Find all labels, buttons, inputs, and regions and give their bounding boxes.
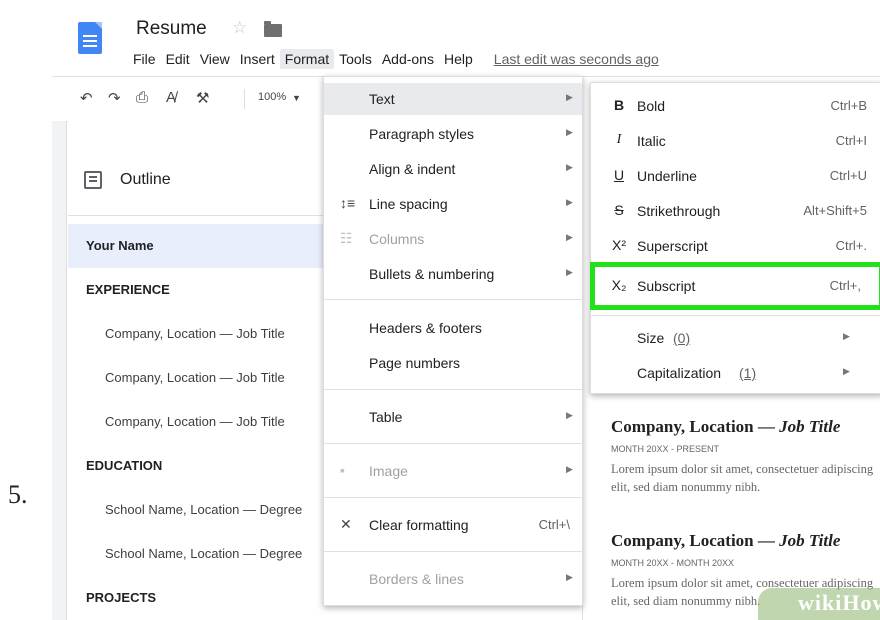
- redo-icon[interactable]: ↷: [108, 89, 121, 107]
- doc-entry: Company, Location — Job Title MONTH 20XX…: [611, 417, 880, 496]
- submenu-arrow-icon: ▶: [566, 197, 573, 207]
- folder-icon[interactable]: [264, 21, 282, 37]
- wikihow-watermark: wikiHow: [758, 588, 880, 620]
- toolbar-divider: [244, 89, 245, 109]
- docs-logo-icon[interactable]: [78, 22, 102, 54]
- strikethrough-icon: S: [614, 202, 624, 218]
- format-menu-paragraph-styles[interactable]: Paragraph styles ▶: [324, 118, 582, 150]
- format-menu-page-numbers[interactable]: Page numbers: [324, 347, 582, 379]
- menu-divider: [324, 443, 582, 444]
- submenu-arrow-icon: ▶: [566, 572, 573, 582]
- menu-divider: [324, 551, 582, 552]
- underline-icon: U: [613, 167, 625, 183]
- menu-addons[interactable]: Add-ons: [377, 49, 439, 69]
- line-spacing-icon: ↕≡: [340, 195, 356, 211]
- doc-entry-heading: Company, Location — Job Title: [611, 417, 841, 436]
- italic-icon: I: [616, 132, 622, 147]
- capitalization-count: (1): [739, 365, 757, 381]
- submenu-arrow-icon: ▶: [843, 366, 850, 376]
- step-number: 5.: [8, 480, 28, 509]
- menu-divider: [324, 497, 582, 498]
- submenu-italic[interactable]: I Italic Ctrl+I: [591, 124, 880, 158]
- text-submenu: B Bold Ctrl+B I Italic Ctrl+I U Underlin…: [590, 82, 880, 394]
- undo-icon[interactable]: ↶: [80, 89, 93, 107]
- menu-divider: [591, 315, 880, 316]
- submenu-strikethrough[interactable]: S Strikethrough Alt+Shift+5: [591, 194, 880, 228]
- submenu-arrow-icon: ▶: [566, 162, 573, 172]
- doc-entry-heading: Company, Location — Job Title: [611, 531, 841, 550]
- submenu-bold[interactable]: B Bold Ctrl+B: [591, 89, 880, 123]
- format-menu-borders-lines[interactable]: Borders & lines ▶: [324, 563, 582, 595]
- menu-insert[interactable]: Insert: [235, 49, 280, 69]
- zoom-select[interactable]: 100%: [258, 91, 286, 103]
- doc-entry-dates: MONTH 20XX - PRESENT: [611, 444, 720, 454]
- submenu-underline[interactable]: U Underline Ctrl+U: [591, 159, 880, 193]
- outline-icon[interactable]: [84, 171, 102, 189]
- menu-divider: [324, 389, 582, 390]
- format-menu-line-spacing[interactable]: ↕≡ Line spacing ▶: [324, 188, 582, 220]
- menu-view[interactable]: View: [195, 49, 235, 69]
- submenu-arrow-icon: ▶: [566, 92, 573, 102]
- document-title[interactable]: Resume: [136, 18, 207, 40]
- spellcheck-icon[interactable]: A̸: [166, 89, 176, 106]
- zoom-dropdown-arrow-icon[interactable]: ▼: [292, 93, 301, 103]
- last-edit-link[interactable]: Last edit was seconds ago: [492, 49, 661, 69]
- menu-divider: [324, 299, 582, 300]
- google-docs-window: Resume ☆ File Edit View Insert Format To…: [52, 0, 880, 620]
- format-menu-columns[interactable]: ☷ Columns ▶: [324, 223, 582, 255]
- submenu-arrow-icon: ▶: [566, 267, 573, 277]
- format-menu-image[interactable]: ▪ Image ▶: [324, 455, 582, 487]
- subscript-icon: X₂: [611, 277, 627, 293]
- menu-edit[interactable]: Edit: [161, 49, 195, 69]
- ruler-gutter: [52, 121, 67, 620]
- submenu-arrow-icon: ▶: [843, 331, 850, 341]
- submenu-superscript[interactable]: X² Superscript Ctrl+.: [591, 229, 880, 263]
- menubar: File Edit View Insert Format Tools Add-o…: [128, 48, 661, 70]
- doc-entry-dates: MONTH 20XX - MONTH 20XX: [611, 558, 735, 568]
- columns-icon: ☷: [340, 230, 353, 246]
- format-menu-headers-footers[interactable]: Headers & footers: [324, 312, 582, 344]
- submenu-arrow-icon: ▶: [566, 127, 573, 137]
- format-menu-table[interactable]: Table ▶: [324, 401, 582, 433]
- menu-file[interactable]: File: [128, 49, 161, 69]
- menu-help[interactable]: Help: [439, 49, 478, 69]
- paint-format-icon[interactable]: ⚒: [196, 89, 209, 107]
- submenu-arrow-icon: ▶: [566, 232, 573, 242]
- superscript-icon: X²: [612, 237, 626, 253]
- menu-tools[interactable]: Tools: [334, 49, 377, 69]
- format-menu-bullets-numbering[interactable]: Bullets & numbering ▶: [324, 258, 582, 290]
- submenu-capitalization[interactable]: Capitalization (1) ▶: [591, 356, 880, 390]
- image-icon: ▪: [340, 462, 345, 478]
- submenu-subscript[interactable]: X₂ Subscript Ctrl+,: [590, 262, 880, 310]
- print-icon[interactable]: ⎙: [136, 89, 148, 106]
- doc-entry-text: Lorem ipsum dolor sit amet, consectetuer…: [611, 462, 874, 494]
- outline-title: Outline: [120, 171, 171, 188]
- format-menu: Text ▶ Paragraph styles ▶ Align & indent ▶ …: [323, 76, 583, 606]
- bold-icon: B: [613, 97, 625, 113]
- format-menu-align-indent[interactable]: Align & indent ▶: [324, 153, 582, 185]
- submenu-arrow-icon: ▶: [566, 410, 573, 420]
- clear-formatting-icon: ✕: [340, 516, 352, 532]
- format-menu-text[interactable]: Text ▶: [324, 83, 582, 115]
- format-menu-clear-formatting[interactable]: ✕ Clear formatting Ctrl+\: [324, 509, 582, 541]
- menu-format[interactable]: Format: [279, 49, 335, 69]
- submenu-arrow-icon: ▶: [566, 464, 573, 474]
- star-icon[interactable]: ☆: [232, 18, 247, 38]
- submenu-size[interactable]: Size (0) ▶: [591, 321, 880, 355]
- size-count: (0): [673, 330, 691, 346]
